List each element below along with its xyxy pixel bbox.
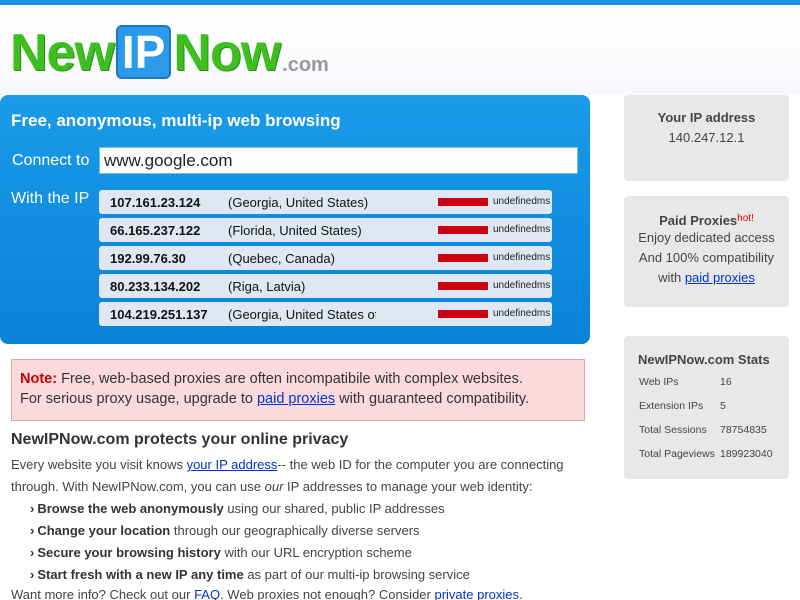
private-proxies-link[interactable]: private proxies — [434, 587, 519, 600]
feature-rest: through our geographically diverse serve… — [170, 523, 420, 538]
ip-location: (Florida, United States) — [228, 223, 362, 238]
chevron-right-icon: › — [30, 523, 35, 538]
header: New IP Now .com — [0, 5, 800, 95]
your-ip-box: Your IP address 140.247.12.1 — [624, 95, 789, 181]
privacy-text-pre: Every website you visit knows — [11, 457, 187, 472]
stats-box: NewIPNow.com Stats Web IPs 16 Extension I… — [624, 336, 789, 479]
latency-bar — [438, 254, 488, 262]
stat-value: 189923040 — [720, 448, 773, 460]
panel-title: Free, anonymous, multi-ip web browsing — [11, 111, 341, 130]
with-ip-label: With the IP — [11, 190, 90, 207]
stats-title: NewIPNow.com Stats — [638, 352, 770, 367]
privacy-text-em: our — [264, 479, 284, 494]
chevron-right-icon: › — [30, 501, 35, 516]
your-ip-address-link[interactable]: your IP address — [187, 457, 278, 472]
latency-ms: undefinedms — [493, 224, 551, 235]
logo-new-text: New — [10, 24, 115, 82]
stat-key: Total Sessions — [639, 424, 707, 436]
ip-location: (Riga, Latvia) — [228, 279, 306, 294]
stat-key: Extension IPs — [639, 400, 704, 412]
your-ip-title: Your IP address — [657, 110, 756, 125]
feature-rest: using our shared, public IP addresses — [223, 501, 445, 516]
note-line2-pre: For serious proxy usage, upgrade to — [20, 391, 257, 407]
your-ip-value: 140.247.12.1 — [668, 130, 745, 145]
compatibility-note: Note: Free, web-based proxies are often … — [11, 359, 585, 421]
feature-rest: as part of our multi-ip browsing service — [243, 567, 470, 582]
feature-bold: Start fresh with a new IP any time — [37, 567, 244, 582]
url-input[interactable] — [99, 147, 578, 174]
latency-bar — [438, 226, 488, 234]
latency-bar — [438, 310, 488, 318]
feature-bold: Secure your browsing history — [37, 545, 221, 560]
logo-ip-text: IP — [115, 25, 172, 79]
connect-to-label: Connect to — [12, 152, 90, 169]
feature-bold: Change your location — [37, 523, 171, 538]
logo-com-text: .com — [282, 54, 329, 76]
stat-row: Total Pageviews 189923040 — [639, 448, 773, 460]
stat-row: Total Sessions 78754835 — [639, 424, 767, 436]
ip-location: (Quebec, Canada) — [228, 251, 335, 266]
more-info-line: Want more info? Check out our FAQ. Web p… — [11, 587, 523, 600]
latency-bar — [438, 282, 488, 290]
stat-row: Extension IPs 5 — [639, 400, 726, 412]
more-text-mid: . Web proxies not enough? Consider — [220, 587, 435, 600]
note-heading: Note: — [20, 371, 58, 387]
privacy-text-post: IP addresses to manage your web identity… — [283, 479, 533, 494]
proxy-form-panel: Free, anonymous, multi-ip web browsing C… — [0, 95, 590, 344]
paid-proxies-title: Paid Proxies — [659, 213, 738, 228]
paid-line3-pre: with — [658, 270, 685, 285]
stat-key: Web IPs — [639, 376, 679, 388]
ip-address: 104.219.251.137 — [110, 307, 208, 322]
faq-link[interactable]: FAQ — [194, 587, 220, 600]
stat-value: 16 — [720, 376, 732, 388]
stat-key: Total Pageviews — [639, 448, 715, 460]
feature-item: › Change your location through our geogra… — [30, 523, 420, 538]
more-text-pre: Want more info? Check out our — [11, 587, 195, 600]
feature-item: › Browse the web anonymously using our sh… — [30, 501, 445, 516]
note-line1: Free, web-based proxies are often incomp… — [57, 371, 523, 387]
paid-proxies-box: Paid Proxieshot! Enjoy dedicated access … — [624, 196, 789, 307]
privacy-paragraph: Every website you visit knows your IP ad… — [11, 454, 591, 498]
more-text-post: . — [519, 587, 523, 600]
chevron-right-icon: › — [30, 567, 35, 582]
ip-option-row[interactable]: 192.99.76.30 (Quebec, Canada) undefinedm… — [99, 246, 552, 270]
feature-item: › Secure your browsing history with our U… — [30, 545, 412, 560]
stat-value: 78754835 — [720, 424, 767, 436]
ip-option-row[interactable]: 107.161.23.124 (Georgia, United States) … — [99, 190, 552, 214]
hot-badge: hot! — [737, 213, 754, 224]
chevron-right-icon: › — [30, 545, 35, 560]
stat-row: Web IPs 16 — [639, 376, 732, 388]
feature-rest: with our URL encryption scheme — [220, 545, 412, 560]
logo-now-text: Now — [173, 24, 281, 82]
sidebar-paid-proxies-link[interactable]: paid proxies — [685, 270, 755, 285]
privacy-heading: NewIPNow.com protects your online privac… — [11, 431, 349, 448]
latency-ms: undefinedms — [493, 252, 551, 263]
latency-ms: undefinedms — [493, 196, 551, 207]
ip-address: 66.165.237.122 — [110, 223, 201, 238]
ip-address: 80.233.134.202 — [110, 279, 201, 294]
latency-bar — [438, 198, 488, 206]
ip-location: (Georgia, United States of America) — [228, 307, 376, 322]
paid-proxies-link[interactable]: paid proxies — [257, 391, 335, 407]
ip-option-row[interactable]: 66.165.237.122 (Florida, United States) … — [99, 218, 552, 242]
note-line2-post: with guaranteed compatibility. — [335, 391, 530, 407]
ip-option-row[interactable]: 104.219.251.137 (Georgia, United States … — [99, 302, 552, 326]
feature-bold: Browse the web anonymously — [37, 501, 224, 516]
site-logo[interactable]: New IP Now .com — [10, 23, 329, 79]
ip-location: (Georgia, United States) — [228, 195, 369, 210]
ip-address: 107.161.23.124 — [110, 195, 201, 210]
ip-option-row[interactable]: 80.233.134.202 (Riga, Latvia) undefinedm… — [99, 274, 552, 298]
paid-line2: And 100% compatibility — [638, 250, 775, 265]
feature-item: › Start fresh with a new IP any time as p… — [30, 567, 470, 582]
latency-ms: undefinedms — [493, 308, 551, 319]
ip-address: 192.99.76.30 — [110, 251, 186, 266]
latency-ms: undefinedms — [493, 280, 551, 291]
stat-value: 5 — [720, 400, 726, 412]
paid-line1: Enjoy dedicated access — [638, 230, 775, 245]
